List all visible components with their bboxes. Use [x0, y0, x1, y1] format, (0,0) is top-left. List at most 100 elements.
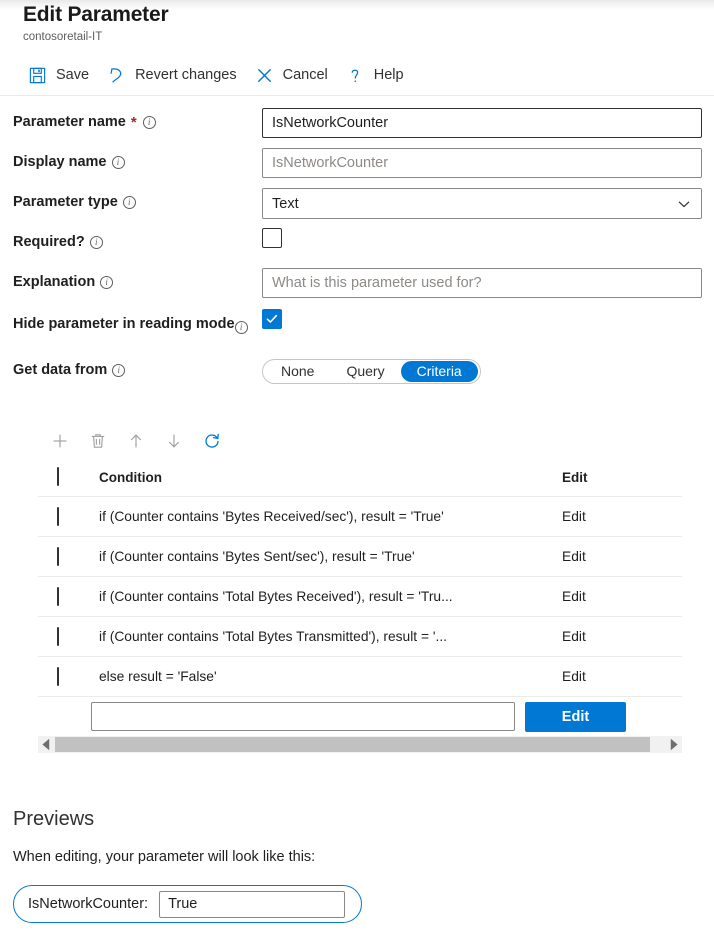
row-hide-parameter: Hide parameter in reading mode i: [0, 304, 714, 352]
revert-changes-label: Revert changes: [135, 66, 237, 83]
parameter-type-field-wrap: Text: [262, 184, 702, 219]
row-checkbox[interactable]: [57, 586, 59, 606]
select-all-checkbox[interactable]: [57, 467, 59, 486]
parameter-type-label-group: Parameter type i: [0, 184, 262, 212]
revert-changes-button[interactable]: Revert changes: [101, 63, 249, 88]
table-row[interactable]: if (Counter contains 'Bytes Sent/sec'), …: [38, 536, 682, 576]
get-data-from-option-criteria[interactable]: Criteria: [400, 361, 478, 382]
row-display-name: Display name i: [0, 144, 714, 184]
column-header-edit: Edit: [562, 469, 588, 485]
parameter-name-field-wrap: [262, 104, 702, 138]
criteria-footer-input[interactable]: [91, 702, 515, 731]
scroll-left-arrow-icon[interactable]: [38, 736, 55, 753]
previews-description: When editing, your parameter will look l…: [13, 849, 316, 865]
horizontal-scrollbar[interactable]: [38, 736, 682, 753]
scrollbar-track[interactable]: [55, 736, 665, 753]
display-name-input[interactable]: [262, 148, 702, 178]
row-select-cell: [57, 666, 99, 686]
criteria-grid-toolbar: [38, 424, 682, 458]
table-row[interactable]: else result = 'False' Edit: [38, 656, 682, 696]
select-all-cell: [57, 467, 99, 486]
row-edit-cell: Edit: [562, 589, 682, 604]
table-row[interactable]: if (Counter contains 'Total Bytes Receiv…: [38, 576, 682, 616]
refresh-icon-button[interactable]: [196, 426, 228, 456]
preview-parameter-label: IsNetworkCounter:: [28, 896, 149, 912]
row-select-cell: [57, 546, 99, 566]
column-header-condition: Condition: [99, 469, 162, 485]
delete-icon-button[interactable]: [82, 426, 114, 456]
explanation-input[interactable]: [262, 268, 702, 298]
command-bar: Save Revert changes Cancel Help: [22, 58, 416, 92]
info-icon[interactable]: i: [142, 116, 156, 129]
required-checkbox[interactable]: [262, 228, 282, 248]
revert-icon: [107, 66, 126, 85]
save-button-label: Save: [56, 66, 90, 83]
parameter-name-label-group: Parameter name * i: [0, 104, 262, 132]
add-icon-button[interactable]: [44, 426, 76, 456]
parameter-name-input[interactable]: [262, 108, 702, 138]
info-icon[interactable]: i: [100, 276, 114, 289]
preview-parameter-pill: IsNetworkCounter:: [13, 885, 363, 923]
get-data-from-label-group: Get data from i: [0, 352, 262, 380]
row-edit-link[interactable]: Edit: [562, 669, 586, 684]
get-data-from-option-query[interactable]: Query: [330, 361, 400, 382]
explanation-label: Explanation: [13, 274, 96, 290]
criteria-grid-footer: Edit: [38, 696, 682, 736]
hide-parameter-checkbox[interactable]: [262, 309, 282, 329]
cancel-button[interactable]: Cancel: [249, 63, 340, 88]
row-checkbox[interactable]: [57, 666, 59, 686]
help-button[interactable]: Help: [340, 63, 416, 88]
row-condition-text: if (Counter contains 'Bytes Received/sec…: [99, 509, 444, 524]
row-edit-cell: Edit: [562, 669, 682, 684]
row-edit-link[interactable]: Edit: [562, 629, 586, 644]
row-edit-cell: Edit: [562, 549, 682, 564]
required-label: Required?: [13, 234, 85, 250]
move-up-icon: [127, 432, 145, 450]
row-checkbox[interactable]: [57, 506, 59, 526]
hide-parameter-label-group: Hide parameter in reading mode i: [0, 304, 262, 336]
move-up-icon-button[interactable]: [120, 426, 152, 456]
add-icon: [51, 432, 69, 450]
table-row[interactable]: if (Counter contains 'Bytes Received/sec…: [38, 496, 682, 536]
save-icon: [28, 66, 47, 85]
display-name-label-group: Display name i: [0, 144, 262, 172]
row-condition-text: if (Counter contains 'Bytes Sent/sec'), …: [99, 549, 415, 564]
scrollbar-thumb[interactable]: [55, 737, 650, 752]
row-select-cell: [57, 586, 99, 606]
display-name-label: Display name: [13, 154, 107, 170]
info-icon[interactable]: i: [111, 156, 125, 169]
delete-icon: [89, 432, 107, 450]
close-icon: [255, 66, 274, 85]
page-subtitle: contosoretail-IT: [23, 31, 103, 43]
row-checkbox[interactable]: [57, 626, 59, 646]
scroll-right-arrow-icon[interactable]: [665, 736, 682, 753]
hide-parameter-field-wrap: [262, 304, 702, 329]
row-checkbox[interactable]: [57, 546, 59, 566]
previews-title: Previews: [13, 808, 95, 830]
move-down-icon-button[interactable]: [158, 426, 190, 456]
table-row[interactable]: if (Counter contains 'Total Bytes Transm…: [38, 616, 682, 656]
info-icon[interactable]: i: [89, 236, 103, 249]
explanation-label-group: Explanation i: [0, 264, 262, 292]
row-condition-text: if (Counter contains 'Total Bytes Receiv…: [99, 589, 453, 604]
row-edit-link[interactable]: Edit: [562, 549, 586, 564]
row-edit-link[interactable]: Edit: [562, 589, 586, 604]
parameter-type-select[interactable]: Text: [262, 188, 702, 219]
hide-parameter-label: Hide parameter in reading mode: [13, 315, 235, 332]
info-icon[interactable]: i: [112, 364, 126, 377]
preview-parameter-input[interactable]: [159, 890, 346, 918]
get-data-from-field-wrap: None Query Criteria: [262, 352, 702, 384]
get-data-from-option-none[interactable]: None: [265, 361, 330, 382]
row-required: Required? i: [0, 224, 714, 264]
save-button[interactable]: Save: [22, 63, 101, 88]
info-icon[interactable]: i: [234, 321, 248, 334]
previews-section: Previews When editing, your parameter wi…: [13, 805, 703, 923]
row-edit-cell: Edit: [562, 509, 682, 524]
criteria-edit-button[interactable]: Edit: [525, 701, 626, 732]
info-icon[interactable]: i: [122, 196, 136, 209]
criteria-grid-header-row: Condition Edit: [38, 458, 682, 496]
criteria-grid: Condition Edit if (Counter contains 'Byt…: [38, 424, 682, 753]
row-parameter-name: Parameter name * i: [0, 104, 714, 144]
row-edit-link[interactable]: Edit: [562, 509, 586, 524]
edit-parameter-page: Edit Parameter contosoretail-IT Save Rev…: [0, 0, 714, 937]
